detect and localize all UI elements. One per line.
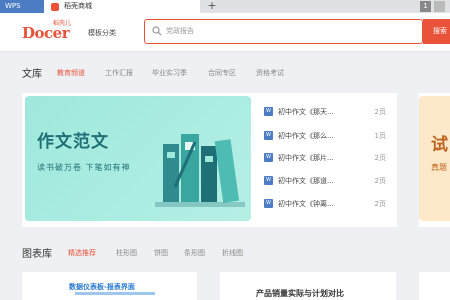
store-favicon-icon — [51, 3, 59, 11]
tab-qualification-exam[interactable]: 资格考试 — [256, 68, 284, 78]
search-icon — [152, 26, 162, 36]
doc-name: 初中作文《那天... — [278, 108, 334, 116]
card-preview-strip — [75, 292, 155, 295]
exam-banner[interactable] — [419, 96, 450, 221]
doc-list-item[interactable]: W 初中作文《钟离... 2页 — [264, 198, 386, 210]
doc-list-item[interactable]: W 初中作文《那道... 2页 — [264, 175, 386, 187]
tab-work-report[interactable]: 工作汇报 — [105, 68, 133, 78]
doc-list-item[interactable]: W 初中作文《那天... 2页 — [264, 106, 386, 118]
word-doc-icon: W — [264, 107, 273, 116]
window-menu-icon[interactable] — [434, 1, 445, 12]
doc-name: 初中作文《那片... — [278, 154, 334, 162]
docer-logo[interactable]: Docer — [22, 24, 70, 42]
chart-template-card[interactable] — [419, 272, 450, 300]
tab-featured[interactable]: 精选推荐 — [68, 248, 96, 258]
tab-pie-chart[interactable]: 饼图 — [154, 248, 168, 258]
chart-template-title: 数据仪表板-报表界面 — [69, 283, 135, 291]
search-button[interactable]: 搜索 — [423, 19, 450, 44]
window-badge-icon[interactable]: 1 — [420, 1, 431, 12]
doc-pages: 2页 — [374, 177, 386, 185]
doc-pages: 2页 — [374, 200, 386, 208]
tab-education[interactable]: 教育频道 — [57, 68, 85, 78]
tab-bar-chart[interactable]: 条形图 — [184, 248, 205, 258]
tab-internship[interactable]: 毕业实习季 — [152, 68, 187, 78]
chart-library-title: 图表库 — [22, 249, 52, 260]
doc-name: 初中作文《钟离... — [278, 200, 334, 208]
exam-banner-title: 试 — [431, 135, 448, 155]
word-doc-icon: W — [264, 131, 273, 140]
exam-banner-subtitle: 真题 — [431, 163, 447, 172]
word-doc-icon: W — [264, 153, 273, 162]
doc-list-item[interactable]: W 初中作文《那片... 2页 — [264, 152, 386, 164]
search-placeholder: 党政报告 — [166, 27, 194, 35]
doc-name: 初中作文《那么... — [278, 132, 334, 140]
books-illustration-icon — [155, 134, 245, 207]
doc-list-item[interactable]: W 初中作文《那么... 1页 — [264, 130, 386, 142]
wps-tab[interactable]: WPS — [0, 0, 44, 13]
banner-title: 作文范文 — [37, 132, 109, 152]
store-tab[interactable]: 稻壳商城 — [44, 0, 200, 13]
library-title: 文库 — [22, 69, 42, 80]
word-doc-icon: W — [264, 199, 273, 208]
new-tab-button[interactable]: + — [205, 0, 219, 13]
template-category-button[interactable]: 模板分类 — [88, 28, 116, 38]
doc-pages: 2页 — [374, 154, 386, 162]
doc-pages: 1页 — [374, 132, 386, 140]
banner-subtitle: 读书破万卷 下笔如有神 — [37, 163, 131, 172]
tab-column-chart[interactable]: 柱形图 — [116, 248, 137, 258]
chart-template-title: 产品销量实际与计划对比 — [256, 289, 344, 298]
tab-contracts[interactable]: 合同专区 — [208, 68, 236, 78]
doc-pages: 2页 — [374, 108, 386, 116]
doc-name: 初中作文《那道... — [278, 177, 334, 185]
word-doc-icon: W — [264, 176, 273, 185]
tab-line-chart[interactable]: 折线图 — [222, 248, 243, 258]
store-tab-label: 稻壳商城 — [64, 2, 92, 10]
